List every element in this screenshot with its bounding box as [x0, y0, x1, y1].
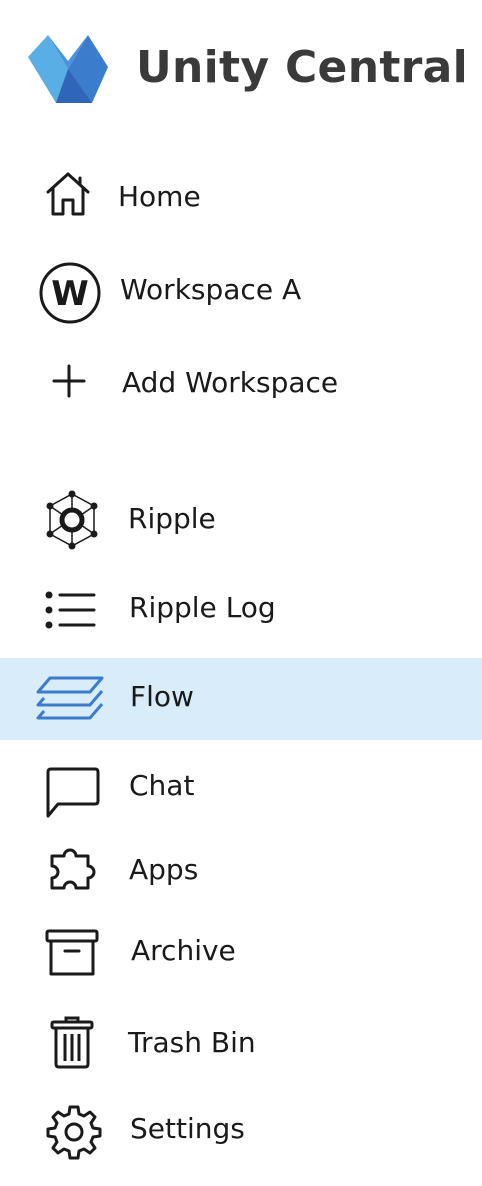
sidebar-item-label: Settings	[130, 1112, 245, 1145]
sidebar-item-flow[interactable]: Flow	[0, 658, 482, 740]
sidebar-item-label: Workspace A	[120, 273, 302, 306]
sidebar-item-settings[interactable]: Settings	[0, 1090, 482, 1172]
ripple-icon	[46, 490, 98, 550]
brand	[28, 30, 108, 106]
sidebar-item-label: Flow	[130, 680, 194, 713]
sidebar-item-apps[interactable]: Apps	[0, 830, 482, 912]
chat-bubble-icon	[46, 767, 100, 818]
archive-box-icon	[45, 929, 99, 976]
sidebar-item-home[interactable]: Home	[0, 156, 482, 238]
sidebar-item-label: Ripple Log	[129, 591, 276, 624]
plus-icon	[52, 364, 86, 398]
puzzle-icon	[50, 848, 96, 890]
sidebar-item-ripple-log[interactable]: Ripple Log	[0, 568, 482, 650]
sidebar-item-add-workspace[interactable]: Add Workspace	[0, 342, 482, 424]
sidebar-item-label: Trash Bin	[128, 1026, 256, 1059]
sidebar-item-label: Home	[118, 180, 201, 213]
sidebar-item-label: Ripple	[128, 502, 216, 535]
sidebar-item-chat[interactable]: Chat	[0, 746, 482, 828]
trash-icon	[50, 1016, 94, 1069]
sidebar-item-label: Add Workspace	[122, 366, 339, 399]
sidebar-item-trash-bin[interactable]: Trash Bin	[0, 1002, 482, 1084]
sidebar-item-archive[interactable]: Archive	[0, 912, 482, 994]
workspace-a-icon: W	[39, 262, 101, 324]
layers-icon	[36, 676, 104, 720]
home-icon	[46, 172, 90, 216]
list-icon	[45, 591, 96, 629]
svg-text:W: W	[51, 274, 89, 314]
sidebar-item-label: Apps	[129, 853, 199, 886]
sidebar-item-ripple[interactable]: Ripple	[0, 480, 482, 562]
app-title: Unity Central	[136, 42, 469, 93]
sidebar-item-label: Archive	[131, 934, 236, 967]
sidebar-item-label: Chat	[129, 769, 195, 802]
unity-central-logo-icon	[28, 35, 108, 103]
sidebar-item-workspace-a[interactable]: W Workspace A	[0, 250, 482, 332]
gear-icon	[46, 1105, 102, 1160]
